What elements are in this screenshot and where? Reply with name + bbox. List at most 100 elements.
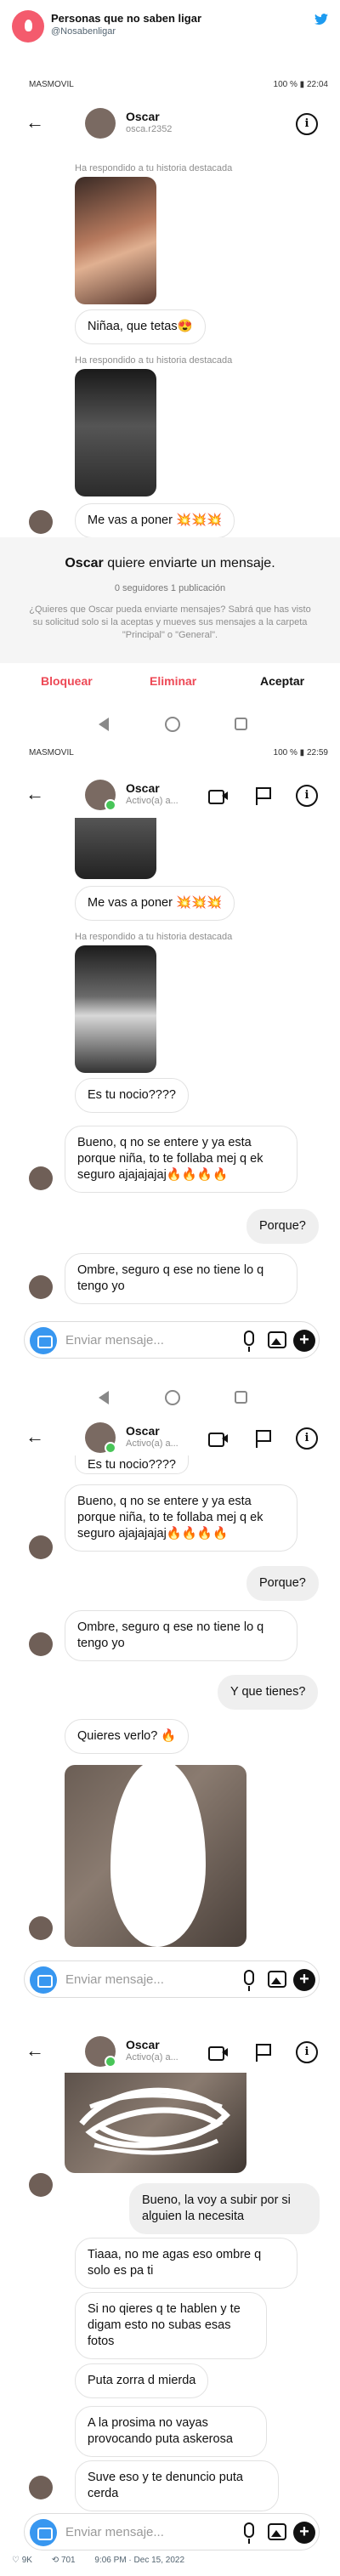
message-bubble[interactable]: Puta zorra d mierda	[75, 2363, 209, 2398]
story-reply-note: Ha respondido a tu historia destacada	[75, 932, 233, 942]
own-message-bubble[interactable]: Porque?	[246, 1566, 319, 1601]
contact-name[interactable]: Oscar	[126, 2038, 160, 2051]
retweets-value: 701	[60, 2556, 76, 2565]
status-right: 100 % ▮ 22:59	[273, 748, 328, 757]
message-bubble[interactable]: Si no qieres q te hablen y te digam esto…	[75, 2292, 267, 2359]
composer-placeholder[interactable]: Enviar mensaje...	[65, 1972, 164, 1987]
contact-name[interactable]: Oscar	[126, 781, 160, 795]
composer-placeholder[interactable]: Enviar mensaje...	[65, 2525, 164, 2539]
microphone-icon[interactable]	[244, 1970, 254, 1991]
clock-label: 22:04	[306, 80, 328, 89]
own-message-bubble[interactable]: Porque?	[246, 1209, 319, 1244]
battery-label: 100 %	[273, 80, 298, 89]
block-button[interactable]: Bloquear	[41, 674, 93, 688]
message-composer[interactable]: Enviar mensaje... +	[24, 1321, 320, 1359]
retweet-count[interactable]: ⟲ 701	[52, 2556, 84, 2565]
camera-icon[interactable]	[30, 1327, 57, 1354]
author-handle[interactable]: @Nosabenligar	[51, 26, 116, 37]
nav-home-icon[interactable]	[165, 1390, 180, 1405]
request-title-text: quiere enviarte un mensaje.	[107, 556, 275, 570]
like-count[interactable]: ♡ 9K	[12, 2556, 41, 2565]
info-icon[interactable]: i	[296, 2041, 318, 2063]
flag-icon[interactable]	[252, 1427, 274, 1450]
nav-back-icon[interactable]	[99, 1391, 109, 1404]
nav-back-icon[interactable]	[99, 718, 109, 731]
plus-icon[interactable]: +	[293, 1969, 315, 1991]
gallery-icon[interactable]	[268, 1971, 286, 1988]
composer-placeholder[interactable]: Enviar mensaje...	[65, 1333, 164, 1348]
request-description: ¿Quieres que Oscar pueda enviarte mensaj…	[29, 604, 311, 640]
message-bubble[interactable]: Es tu nocio????	[75, 1078, 189, 1113]
request-followers: 0 seguidores 1 publicación	[114, 583, 226, 593]
shared-photo[interactable]	[65, 1765, 246, 1947]
own-message-bubble[interactable]: Bueno, la voy a subir por si alguien la …	[129, 2183, 320, 2234]
video-call-icon[interactable]	[207, 1427, 230, 1450]
own-message-bubble[interactable]: Y que tienes?	[218, 1675, 319, 1710]
contact-status: Activo(a) a...	[126, 1438, 178, 1449]
message-bubble[interactable]: Me vas a poner 💥💥💥	[75, 503, 235, 538]
delete-button[interactable]: Eliminar	[150, 674, 196, 688]
plus-icon[interactable]: +	[293, 1330, 315, 1352]
story-thumbnail[interactable]	[75, 945, 156, 1073]
story-thumbnail[interactable]	[75, 818, 156, 879]
story-thumbnail[interactable]	[75, 177, 156, 304]
chat-header: ← Oscar Activo(a) a... i	[0, 1418, 340, 1459]
info-icon[interactable]: i	[296, 1427, 318, 1450]
twitter-bird-icon	[314, 14, 328, 26]
message-bubble[interactable]: Es tu nocio????	[75, 1455, 189, 1474]
status-bar: MASMOVIL 100 % ▮ 22:04	[0, 77, 340, 94]
gallery-icon[interactable]	[268, 2523, 286, 2540]
message-bubble[interactable]: Bueno, q no se entere y ya esta porque n…	[65, 1126, 298, 1193]
accept-button[interactable]: Aceptar	[260, 674, 304, 688]
info-icon[interactable]: i	[296, 785, 318, 807]
message-bubble[interactable]: Tiaaa, no me agas eso ombre q solo es pa…	[75, 2238, 298, 2289]
contact-name[interactable]: Oscar	[126, 110, 160, 123]
gallery-icon[interactable]	[268, 1331, 286, 1348]
message-bubble[interactable]: Me vas a poner 💥💥💥	[75, 886, 235, 921]
message-bubble[interactable]: Quieres verlo? 🔥	[65, 1719, 190, 1754]
video-call-icon[interactable]	[207, 785, 230, 807]
story-thumbnail[interactable]	[75, 369, 156, 496]
tweet-timestamp[interactable]: 9:06 PM · Dec 15, 2022	[94, 2556, 184, 2565]
contact-avatar[interactable]	[85, 780, 116, 811]
sender-avatar	[29, 2476, 53, 2499]
camera-icon[interactable]	[30, 1966, 57, 1994]
author-name[interactable]: Personas que no saben ligar	[51, 12, 201, 25]
nav-recents-icon[interactable]	[235, 1391, 247, 1404]
message-bubble[interactable]: Ombre, seguro q ese no tiene lo q tengo …	[65, 1253, 298, 1304]
back-arrow-icon[interactable]: ←	[26, 2041, 44, 2060]
video-call-icon[interactable]	[207, 2041, 230, 2063]
message-composer[interactable]: Enviar mensaje... +	[24, 1960, 320, 1998]
camera-icon[interactable]	[30, 2519, 57, 2546]
chat-header: ← Oscar Activo(a) a... i	[0, 2032, 340, 2073]
message-bubble[interactable]: Niñaa, que tetas😍	[75, 309, 206, 344]
microphone-icon[interactable]	[244, 2522, 254, 2544]
carrier-label: MASMOVIL	[29, 80, 74, 89]
plus-icon[interactable]: +	[293, 2522, 315, 2544]
nav-home-icon[interactable]	[165, 717, 180, 732]
author-avatar[interactable]	[12, 10, 44, 43]
contact-avatar[interactable]	[85, 108, 116, 139]
contact-avatar[interactable]	[85, 1422, 116, 1454]
contact-avatar[interactable]	[85, 2036, 116, 2068]
nav-recents-icon[interactable]	[235, 718, 247, 730]
message-bubble[interactable]: Bueno, q no se entere y ya esta porque n…	[65, 1484, 298, 1552]
message-bubble[interactable]: A la prosima no vayas provocando puta as…	[75, 2406, 267, 2457]
microphone-icon[interactable]	[244, 1331, 254, 1352]
chat-header: ← Oscar Activo(a) a... i	[0, 775, 340, 816]
back-arrow-icon[interactable]: ←	[26, 785, 44, 803]
android-nav-bar	[0, 711, 340, 736]
message-composer[interactable]: Enviar mensaje... +	[24, 2513, 320, 2550]
back-arrow-icon[interactable]: ←	[26, 1427, 44, 1446]
back-arrow-icon[interactable]: ←	[26, 113, 44, 132]
sender-avatar	[29, 1275, 53, 1299]
contact-status: Activo(a) a...	[126, 2052, 178, 2063]
shared-photo[interactable]	[65, 2073, 246, 2173]
flag-icon[interactable]	[252, 2041, 274, 2063]
info-icon[interactable]: i	[296, 113, 318, 135]
sender-avatar	[29, 1632, 53, 1656]
message-bubble[interactable]: Ombre, seguro q ese no tiene lo q tengo …	[65, 1610, 298, 1661]
contact-name[interactable]: Oscar	[126, 1424, 160, 1438]
message-bubble[interactable]: Suve eso y te denuncio puta cerda	[75, 2460, 279, 2511]
flag-icon[interactable]	[252, 785, 274, 807]
